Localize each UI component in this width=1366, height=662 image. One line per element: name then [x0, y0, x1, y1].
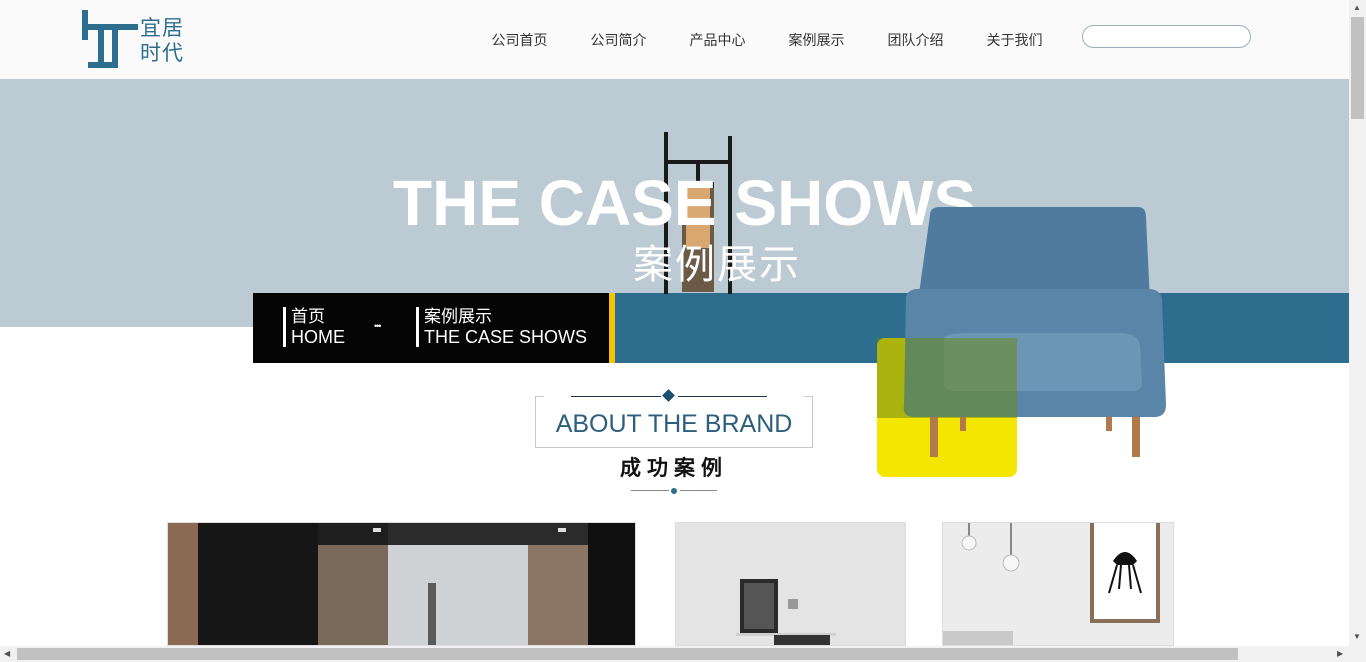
case-image-2[interactable]	[675, 522, 906, 646]
logo-text: 宜居 时代	[140, 16, 184, 66]
brand-subtitle: 成功案例	[620, 456, 728, 480]
main-nav: 公司首页 公司简介 产品中心 案例展示 团队介绍 关于我们	[470, 30, 1064, 50]
breadcrumb-home-cn: 首页	[291, 307, 325, 327]
case-image-1[interactable]	[167, 522, 636, 646]
subtitle-line-right	[680, 490, 717, 491]
breadcrumb-current-en: THE CASE SHOWS	[424, 327, 588, 347]
nav-item-cases[interactable]: 案例展示	[767, 30, 866, 50]
breadcrumb-home[interactable]: 首页 HOME	[283, 307, 345, 347]
armchair-image	[877, 207, 1166, 477]
vertical-scrollbar[interactable]: ▲ ▼	[1349, 0, 1366, 646]
brand-title: ABOUT THE BRAND	[555, 410, 793, 438]
breadcrumb-current-cn: 案例展示	[424, 307, 492, 327]
scroll-down-icon[interactable]: ▼	[1353, 632, 1361, 641]
site-header: 宜居 时代 公司首页 公司简介 产品中心 案例展示 团队介绍 关于我们	[0, 0, 1349, 79]
horizontal-scroll-thumb[interactable]	[17, 648, 1238, 660]
breadcrumb-home-en: HOME	[291, 327, 345, 347]
scroll-left-icon[interactable]: ◀	[4, 649, 10, 658]
scroll-right-icon[interactable]: ▶	[1337, 649, 1343, 658]
nav-item-home[interactable]: 公司首页	[470, 30, 569, 50]
nav-item-team[interactable]: 团队介绍	[866, 30, 965, 50]
breadcrumb-current: 案例展示 THE CASE SHOWS	[416, 307, 587, 347]
nav-item-about-company[interactable]: 公司简介	[569, 30, 668, 50]
logo-mark-icon	[82, 10, 138, 68]
hero-subtitle: 案例展示	[633, 242, 801, 288]
logo-line-2: 时代	[140, 41, 184, 65]
search-input[interactable]	[1082, 25, 1251, 48]
case-image-3[interactable]	[942, 522, 1174, 646]
logo-line-1: 宜居	[140, 16, 184, 40]
subtitle-line-left	[631, 490, 669, 491]
breadcrumb: 首页 HOME ••• 案例展示 THE CASE SHOWS	[253, 293, 609, 363]
nav-item-contact[interactable]: 关于我们	[965, 30, 1064, 50]
breadcrumb-accent-bar	[609, 293, 615, 363]
horizontal-scrollbar[interactable]: ◀ ▶	[0, 646, 1366, 662]
subtitle-dot-icon	[671, 488, 677, 494]
nav-item-products[interactable]: 产品中心	[668, 30, 767, 50]
vertical-scroll-thumb[interactable]	[1351, 17, 1364, 119]
breadcrumb-separator: •••	[374, 321, 382, 331]
scroll-up-icon[interactable]: ▲	[1353, 3, 1361, 12]
site-logo[interactable]: 宜居 时代	[80, 8, 190, 72]
